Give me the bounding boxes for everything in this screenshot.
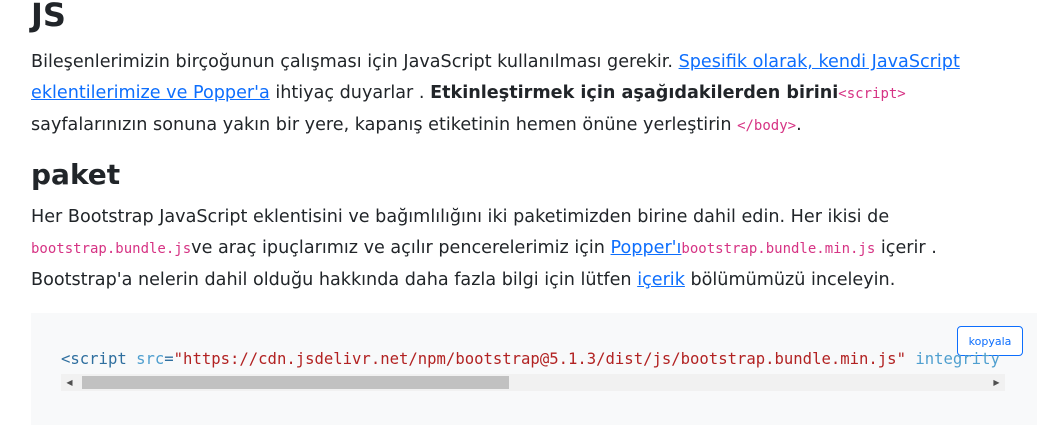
popper-link[interactable]: Popper'ı: [611, 238, 682, 258]
heading-paket: paket: [31, 158, 121, 191]
js-text-2: ihtiyaç duyarlar .: [269, 83, 431, 103]
code-token-tag: <script: [61, 350, 127, 368]
horizontal-scrollbar[interactable]: ◀ ▶: [61, 374, 1005, 391]
code-token-attr-integrity: integrity: [905, 350, 1000, 368]
js-text-3: sayfalarınızın sonuna yakın bir yere, ka…: [31, 115, 738, 135]
body-close-tag-code: </body>: [737, 118, 797, 134]
js-paragraph: Bileşenlerimizin birçoğunun çalışması iç…: [31, 47, 1016, 142]
scroll-right-arrow-icon[interactable]: ▶: [988, 374, 1005, 391]
code-token-src-value: "https://cdn.jsdelivr.net/npm/bootstrap@…: [173, 350, 906, 368]
paket-text-2: ve araç ipuçlarımız ve açılır pencereler…: [191, 238, 611, 258]
code-token-attr-src: src: [126, 350, 165, 368]
bundle-js-code: bootstrap.bundle.js: [31, 241, 192, 257]
code-block: kopyala <script src="https://cdn.jsdeliv…: [31, 313, 1037, 425]
js-text-1: Bileşenlerimizin birçoğunun çalışması iç…: [31, 52, 679, 72]
scrollbar-thumb[interactable]: [82, 376, 509, 389]
scroll-left-arrow-icon[interactable]: ◀: [61, 374, 78, 391]
heading-js: JS: [31, 0, 66, 34]
code-token-equals: =: [164, 350, 174, 368]
bundle-min-js-code: bootstrap.bundle.min.js: [681, 241, 876, 257]
code-line[interactable]: <script src="https://cdn.jsdelivr.net/np…: [61, 348, 1005, 370]
js-bold-text: Etkinleştirmek için aşağıdakilerden biri…: [430, 83, 839, 103]
contents-link[interactable]: içerik: [637, 270, 685, 290]
js-text-4: .: [796, 115, 802, 135]
paket-text-1: Her Bootstrap JavaScript eklentisini ve …: [31, 207, 890, 227]
script-tag-code: <script>: [838, 86, 906, 102]
paket-text-4: bölümümüzü inceleyin.: [684, 270, 896, 290]
paket-paragraph: Her Bootstrap JavaScript eklentisini ve …: [31, 202, 1016, 296]
